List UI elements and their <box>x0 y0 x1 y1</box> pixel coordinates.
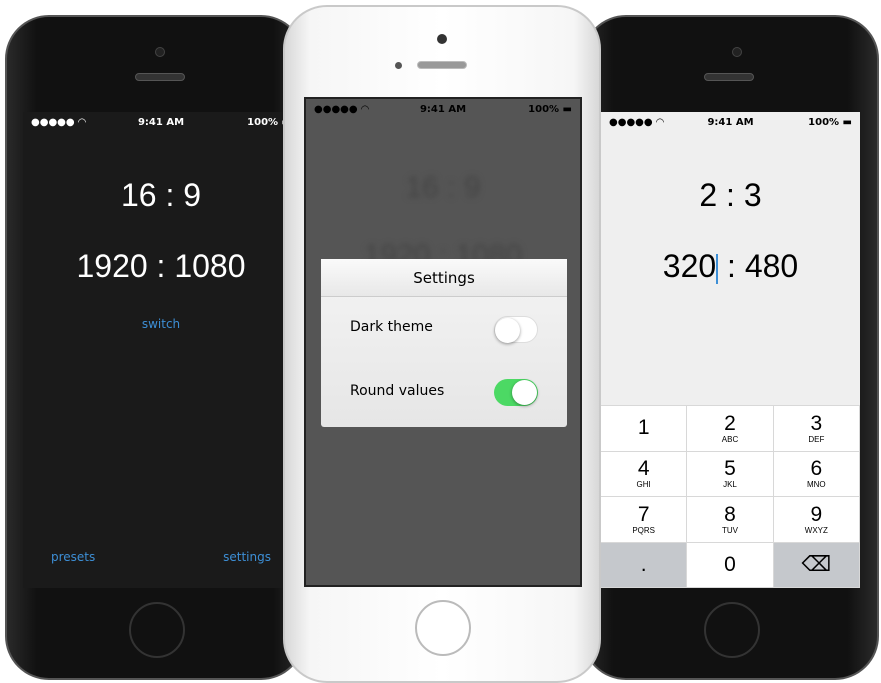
home-button <box>415 600 471 656</box>
key-digit: 0 <box>724 552 736 576</box>
speaker <box>417 61 467 69</box>
width-value[interactable]: 320 <box>663 248 716 284</box>
key-digit: 3 <box>810 411 823 435</box>
key-digit: 9 <box>810 502 823 526</box>
switch-button[interactable]: switch <box>23 317 299 331</box>
dialog-title: Settings <box>321 259 567 297</box>
key-digit: 1 <box>637 416 650 440</box>
key-letters: WXYZ <box>804 525 828 535</box>
key-digit: ⌫ <box>801 552 832 576</box>
settings-button[interactable]: settings <box>223 550 271 564</box>
height-value[interactable]: 480 <box>745 248 798 284</box>
key-letters: DEF <box>808 434 825 444</box>
home-button <box>704 602 760 658</box>
key-5[interactable]: 5 JKL <box>687 451 774 497</box>
option-dark-theme: Dark theme <box>350 319 433 335</box>
numeric-keypad: 1 2 ABC 3 DEF 4 GHI 5 JKL 6 MNO 7 PQRS 8 TUV 9 WXYZ. 0 ⌫ <box>601 405 860 588</box>
text-cursor <box>716 253 719 284</box>
key-1[interactable]: 1 <box>601 406 688 452</box>
option-round-values: Round values <box>350 383 445 399</box>
key-digit: 6 <box>810 457 823 481</box>
status-time: 9:41 AM <box>707 116 754 128</box>
status-bar: ●●●●● ◠ 9:41 AM 100% ▬ <box>306 99 580 119</box>
key-digit: 8 <box>724 502 736 526</box>
presets-button[interactable]: presets <box>51 550 95 564</box>
key-letters: JKL <box>723 480 737 490</box>
middle-screen: ●●●●● ◠ 9:41 AM 100% ▬ 16 : 9 1920 : 108… <box>304 97 582 587</box>
key-4[interactable]: 4 GHI <box>601 451 688 497</box>
front-camera <box>437 34 447 44</box>
key-9[interactable]: 9 WXYZ <box>773 497 860 543</box>
key-0[interactable]: 0 <box>687 542 774 588</box>
speaker <box>135 73 185 81</box>
key-digit: 5 <box>724 457 736 481</box>
key-digit: 2 <box>724 411 736 435</box>
key-letters: TUV <box>721 525 738 535</box>
right-screen: ●●●●● ◠ 9:41 AM 100% ▬ 2 : 3 320 : 480 1… <box>601 112 860 588</box>
settings-dialog: Settings Dark theme Round values <box>321 259 567 427</box>
key-letters: PQRS <box>632 525 655 535</box>
key-letters: MNO <box>806 480 826 490</box>
key-8[interactable]: 8 TUV <box>687 497 774 543</box>
right-phone: ●●●●● ◠ 9:41 AM 100% ▬ 2 : 3 320 : 480 1… <box>582 15 879 680</box>
blurred-ratio: 16 : 9 <box>405 171 481 204</box>
key-letters: ABC <box>721 434 739 444</box>
key-7[interactable]: 7 PQRS <box>601 497 688 543</box>
key-2[interactable]: 2 ABC <box>687 406 774 452</box>
key-dot[interactable]: . <box>601 542 688 588</box>
speaker <box>704 73 754 81</box>
status-bar: ●●●●● ◠ 9:41 AM 100% ▬ <box>601 112 860 132</box>
status-time: 9:41 AM <box>419 103 467 115</box>
left-screen: ●●●●● ◠ 9:41 AM 100% ▬ 16 : 9 1920 : 108… <box>23 112 299 588</box>
front-camera <box>732 47 742 57</box>
middle-phone: ●●●●● ◠ 9:41 AM 100% ▬ 16 : 9 1920 : 108… <box>283 5 601 683</box>
key-6[interactable]: 6 MNO <box>773 451 860 497</box>
key-digit: 4 <box>637 457 650 481</box>
ratio-display[interactable]: 16 : 9 <box>23 177 299 214</box>
status-time: 9:41 AM <box>137 116 185 128</box>
separator: : <box>727 248 736 284</box>
status-bar: ●●●●● ◠ 9:41 AM 100% ▬ <box>23 112 299 132</box>
resolution-input[interactable]: 320 : 480 <box>601 248 860 285</box>
key-digit: 7 <box>637 502 650 526</box>
key-digit: . <box>640 552 647 576</box>
dark-theme-toggle[interactable] <box>494 316 538 343</box>
key-3[interactable]: 3 DEF <box>773 406 860 452</box>
key-backspace[interactable]: ⌫ <box>773 542 860 588</box>
round-values-toggle[interactable] <box>494 379 538 406</box>
key-letters: GHI <box>636 480 651 490</box>
ratio-display[interactable]: 2 : 3 <box>601 177 860 214</box>
home-button <box>129 602 185 658</box>
left-phone: ●●●●● ◠ 9:41 AM 100% ▬ 16 : 9 1920 : 108… <box>5 15 305 680</box>
proximity-sensor <box>395 62 402 69</box>
resolution-display[interactable]: 1920 : 1080 <box>23 248 299 285</box>
front-camera <box>155 47 165 57</box>
